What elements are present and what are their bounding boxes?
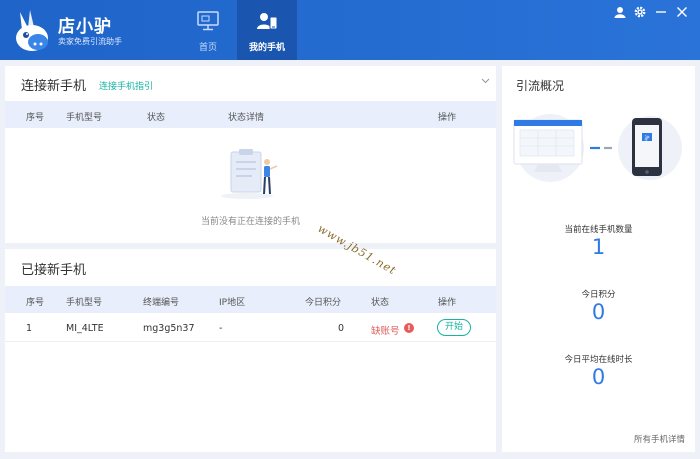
row-ip-region: - [219, 323, 223, 334]
column-header-model: 手机型号 [66, 113, 103, 123]
monitor-icon [197, 11, 219, 31]
row-index: 1 [26, 323, 33, 334]
online-phone-count-label: 当前在线手机数量 [564, 225, 633, 235]
connected-table-header: 序号 手机型号 终端编号 IP地区 今日积分 状态 操作 [5, 286, 496, 313]
connected-phones-panel: 已接新手机 序号 手机型号 终端编号 IP地区 今日积分 状态 操作 1 MI_… [5, 249, 496, 452]
today-points-value: 0 [591, 300, 606, 324]
today-points-label: 今日积分 [581, 290, 616, 300]
column-header-model: 手机型号 [66, 298, 103, 308]
row-today-points: 0 [338, 323, 345, 334]
avg-online-time-value: 0 [591, 365, 606, 389]
column-header-terminal-id: 终端编号 [143, 298, 180, 308]
column-header-action: 操作 [438, 298, 457, 308]
all-phone-details-link[interactable]: 所有手机详情 [634, 433, 685, 445]
row-model: MI_4LTE [66, 323, 104, 334]
brand-name: 店小驴 [58, 17, 112, 37]
overview-title: 引流概况 [516, 79, 565, 93]
row-status: 缺账号 [371, 326, 400, 337]
brand-slogan: 卖家免费引流助手 [58, 37, 122, 46]
minimize-icon[interactable] [655, 6, 667, 18]
column-header-status: 状态 [147, 113, 166, 123]
column-header-index: 序号 [26, 298, 45, 308]
computer-phone-illustration: 驴 [513, 114, 682, 182]
user-phone-icon [257, 13, 278, 30]
nav-tab-home[interactable]: 首页 [178, 0, 238, 60]
column-header-today-points: 今日积分 [305, 298, 342, 308]
connected-panel-title: 已接新手机 [21, 263, 87, 278]
column-header-status: 状态 [371, 298, 390, 308]
nav-tab-my-phones[interactable]: 我的手机 [237, 0, 297, 60]
avg-online-time-label: 今日平均在线时长 [564, 355, 633, 365]
close-icon[interactable] [676, 6, 688, 18]
column-header-index: 序号 [26, 113, 45, 123]
column-header-ip-region: IP地区 [219, 298, 246, 308]
start-button[interactable]: 开始 [437, 319, 471, 336]
gear-icon[interactable] [634, 6, 646, 18]
column-header-status-detail: 状态详情 [228, 113, 265, 123]
online-phone-count-value: 1 [591, 235, 606, 259]
row-terminal-id: mg3g5n37 [143, 323, 195, 334]
table-row: 1 MI_4LTE mg3g5n37 - 0 缺账号 ! 开始 [5, 314, 496, 342]
connect-table-header: 序号 手机型号 状态 状态详情 操作 [5, 101, 496, 128]
chevron-down-icon[interactable] [481, 78, 490, 84]
nav-tab-my-phones-label: 我的手机 [248, 43, 285, 53]
svg-text:驴: 驴 [644, 135, 649, 142]
traffic-overview-panel: 引流概况 驴 当前在线手机数量 1 今日积分 0 今日平均在线时长 0 所有手机… [502, 66, 695, 452]
connect-guide-link[interactable]: 连接手机指引 [99, 79, 153, 92]
connect-new-phone-panel: 连接新手机 连接手机指引 序号 手机型号 状态 状态详情 操作 当前没有正在连接… [5, 66, 496, 243]
warning-icon[interactable]: ! [404, 323, 414, 333]
connect-panel-title: 连接新手机 [21, 79, 87, 94]
empty-clipboard-illustration [221, 149, 278, 199]
user-icon[interactable] [614, 6, 626, 18]
column-header-action: 操作 [438, 113, 457, 123]
donkey-logo-icon [16, 10, 48, 51]
app-header: 店小驴 卖家免费引流助手 首页 我的手机 [0, 0, 700, 60]
nav-tab-home-label: 首页 [198, 43, 217, 53]
empty-state-text: 当前没有正在连接的手机 [200, 217, 300, 227]
